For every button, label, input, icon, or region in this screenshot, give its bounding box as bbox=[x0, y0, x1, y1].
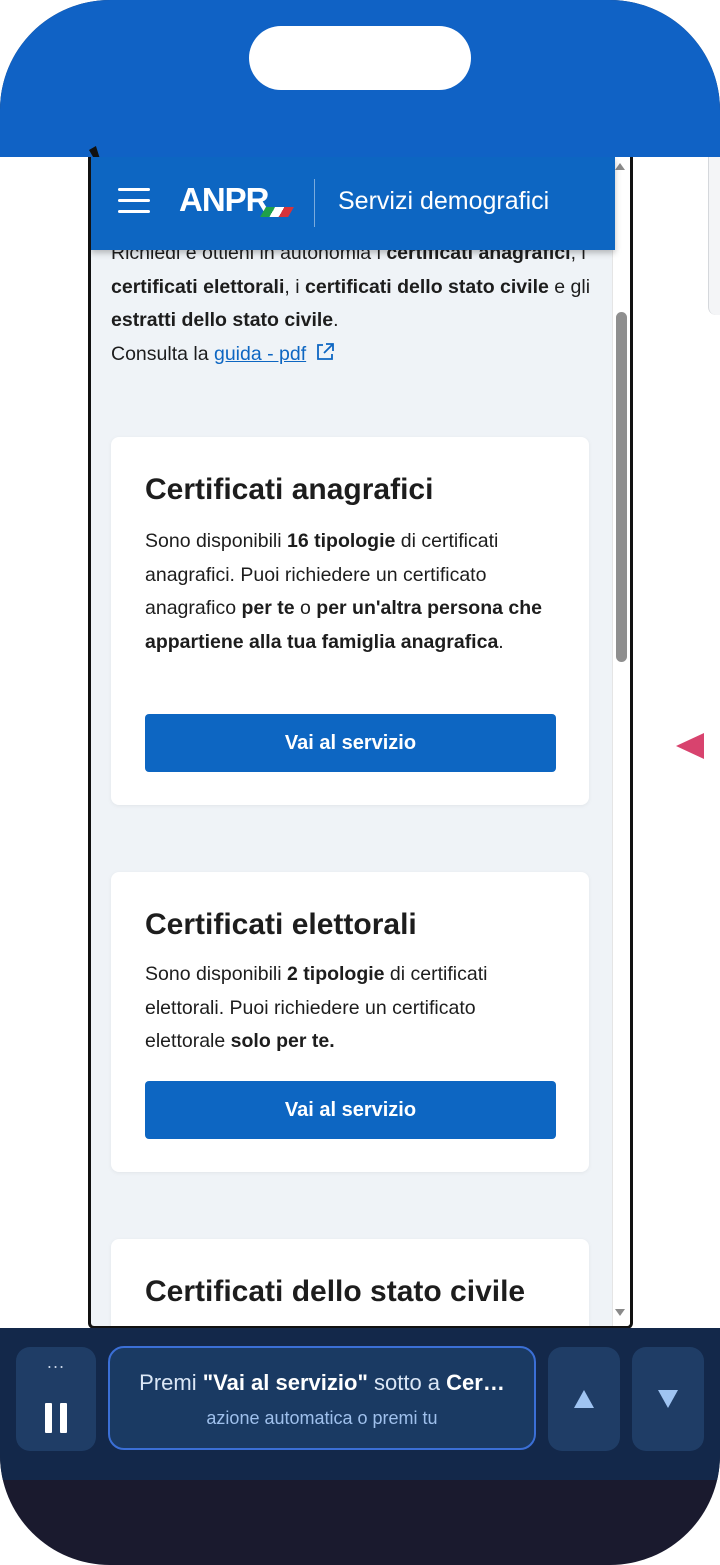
camera-notch bbox=[249, 26, 471, 90]
card-certificati-anagrafici: Certificati anagrafici Sono disponibili … bbox=[111, 437, 589, 805]
scroll-up-icon[interactable] bbox=[615, 163, 625, 170]
scrollbar-thumb[interactable] bbox=[616, 312, 627, 662]
browser-viewport: ANPR Servizi demografici Richiedi e otti… bbox=[88, 157, 633, 1329]
instruction-panel[interactable]: Premi "Vai al servizio" sotto a Cer… azi… bbox=[108, 1346, 536, 1450]
phone-frame: ANPR Servizi demografici Richiedi e otti… bbox=[0, 0, 720, 1565]
scroll-down-icon[interactable] bbox=[615, 1309, 625, 1316]
edge-panel-handle[interactable] bbox=[708, 157, 720, 315]
card-title: Certificati dello stato civile bbox=[145, 1275, 526, 1308]
status-area bbox=[0, 0, 720, 157]
instruction-text: Premi "Vai al servizio" sotto a Cer… bbox=[139, 1370, 505, 1395]
guide-pdf-link[interactable]: guida - pdf bbox=[214, 343, 306, 365]
automation-control-bar: ... Premi "Vai al servizio" sotto a Cer…… bbox=[0, 1328, 720, 1480]
anpr-logo[interactable]: ANPR bbox=[179, 181, 270, 221]
intro-text: Richiedi e ottieni in autonomia i certif… bbox=[111, 242, 591, 365]
card-description: Sono disponibili 16 tipologie di certifi… bbox=[145, 530, 542, 653]
side-pointer-arrow-icon bbox=[676, 733, 704, 759]
header-title[interactable]: Servizi demografici bbox=[338, 187, 549, 216]
card-title: Certificati elettorali bbox=[145, 908, 417, 941]
next-step-button[interactable] bbox=[632, 1347, 704, 1451]
vai-al-servizio-button[interactable]: Vai al servizio bbox=[145, 1081, 556, 1139]
card-certificati-stato-civile: Certificati dello stato civile bbox=[111, 1239, 589, 1326]
arrow-down-icon bbox=[658, 1390, 678, 1408]
vai-al-servizio-button[interactable]: Vai al servizio bbox=[145, 714, 556, 772]
arrow-up-icon bbox=[574, 1390, 594, 1408]
card-certificati-elettorali: Certificati elettorali Sono disponibili … bbox=[111, 872, 589, 1172]
external-link-icon[interactable] bbox=[314, 341, 336, 363]
site-header: ANPR Servizi demografici bbox=[91, 157, 615, 250]
scrollbar[interactable] bbox=[612, 157, 630, 1326]
pause-icon bbox=[45, 1403, 67, 1433]
page-content: ANPR Servizi demografici Richiedi e otti… bbox=[91, 157, 615, 1326]
hamburger-icon[interactable] bbox=[118, 188, 150, 214]
italian-flag-icon bbox=[260, 207, 294, 217]
pause-button[interactable]: ... bbox=[16, 1347, 96, 1451]
more-options-icon[interactable]: ... bbox=[16, 1353, 96, 1372]
card-title: Certificati anagrafici bbox=[145, 473, 434, 506]
header-divider bbox=[314, 179, 315, 227]
instruction-subtext: azione automatica o premi tu bbox=[206, 1408, 438, 1428]
card-description: Sono disponibili 2 tipologie di certific… bbox=[145, 963, 488, 1052]
previous-step-button[interactable] bbox=[548, 1347, 620, 1451]
